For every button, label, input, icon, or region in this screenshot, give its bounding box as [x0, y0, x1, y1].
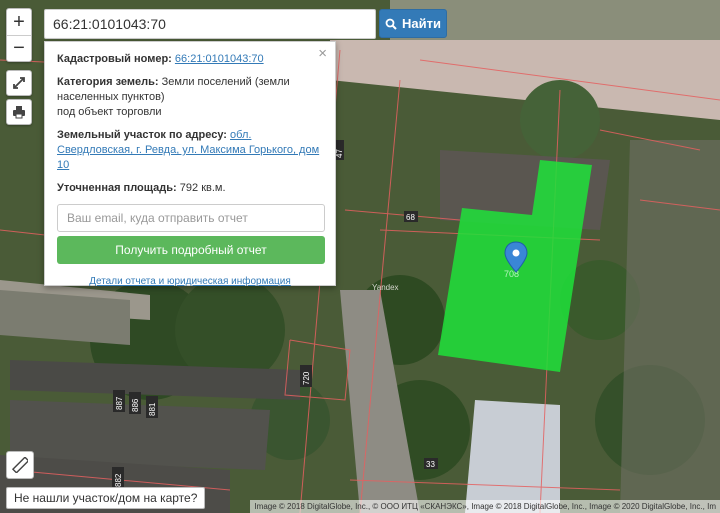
area-row: Уточненная площадь: 792 кв.м. [57, 181, 323, 196]
category-use: под объект торговли [57, 106, 162, 118]
parcel-label-720: 720 [302, 371, 311, 385]
close-icon[interactable]: × [318, 46, 327, 61]
zoom-in-button[interactable]: + [7, 9, 31, 35]
ruler-button[interactable] [6, 451, 34, 479]
parcel-label-33: 33 [426, 460, 435, 469]
parcel-label-886: 886 [131, 398, 140, 412]
cadastral-number-link[interactable]: 66:21:0101043:70 [175, 53, 264, 65]
address-label: Земельный участок по адресу: [57, 129, 227, 141]
category-label: Категория земель: [57, 76, 159, 88]
address-row: Земельный участок по адресу: обл. Свердл… [57, 128, 323, 173]
parcel-info-panel: × Кадастровый номер: 66:21:0101043:70 Ка… [44, 41, 336, 289]
parcel-label-882: 882 [114, 473, 123, 487]
search-input[interactable]: 66:21:0101043:70 [44, 9, 376, 39]
parcel-label-68: 68 [406, 213, 415, 222]
parcel-label-887: 887 [115, 396, 124, 410]
search-icon [385, 18, 397, 30]
print-icon [13, 106, 25, 119]
parcel-label-881: 881 [148, 402, 157, 416]
details-row: Детали отчета и юридическая информация [57, 274, 323, 289]
map-attribution: Image © 2018 DigitalGlobe, Inc., © ООО И… [250, 500, 720, 513]
fullscreen-icon [13, 77, 25, 89]
area-label: Уточненная площадь: [57, 182, 177, 194]
get-report-button[interactable]: Получить подробный отчет [57, 236, 325, 264]
ruler-icon [12, 457, 28, 473]
yandex-watermark: Yandex [372, 283, 399, 292]
search-button[interactable]: Найти [379, 9, 447, 38]
fullscreen-button[interactable] [6, 70, 32, 96]
email-field[interactable]: Ваш email, куда отправить отчет [57, 204, 325, 232]
zoom-control: + − [6, 8, 32, 62]
zoom-out-button[interactable]: − [7, 35, 31, 61]
not-found-button[interactable]: Не нашли участок/дом на карте? [6, 487, 206, 509]
cadastral-row: Кадастровый номер: 66:21:0101043:70 [57, 52, 323, 67]
search-button-label: Найти [402, 16, 441, 31]
cadastral-label: Кадастровый номер: [57, 53, 172, 65]
area-value: 792 кв.м. [179, 182, 226, 194]
print-button[interactable] [6, 99, 32, 125]
category-row: Категория земель: Земли поселений (земли… [57, 75, 323, 120]
details-link[interactable]: Детали отчета и юридическая информация [89, 276, 291, 287]
parcel-label-47: 47 [335, 149, 344, 158]
